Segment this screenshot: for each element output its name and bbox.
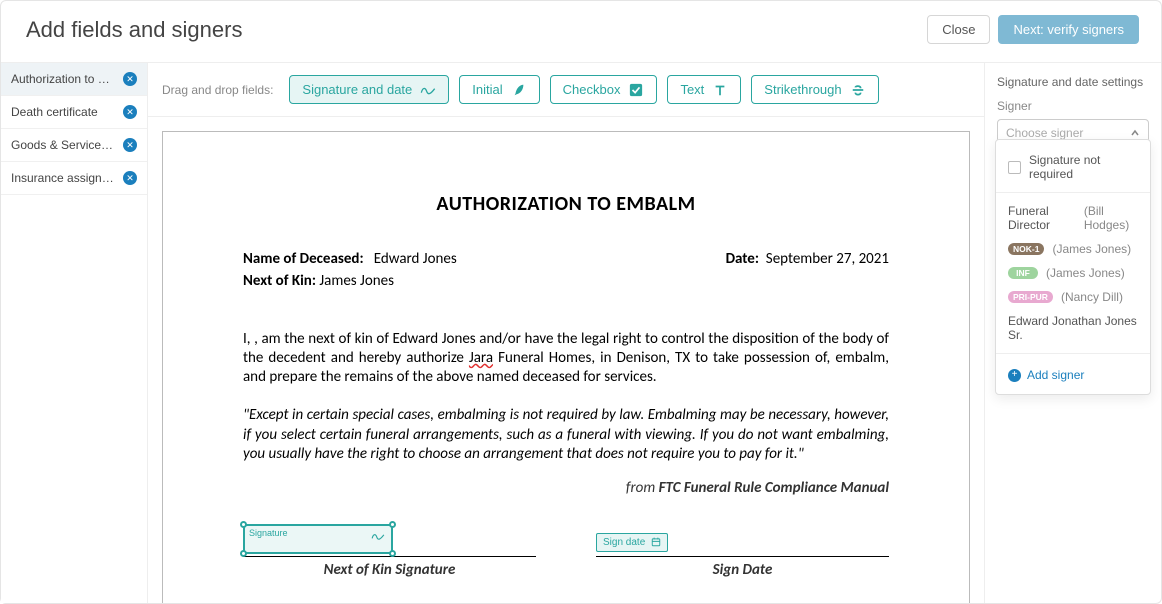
nok-value: James Jones xyxy=(319,272,394,290)
next-verify-signers-button[interactable]: Next: verify signers xyxy=(998,15,1139,44)
signer-label: Signer xyxy=(997,99,1149,113)
option-paren: (Nancy Dill) xyxy=(1061,290,1123,304)
signer-dropdown: Signature not required Funeral Director … xyxy=(995,139,1151,395)
resize-handle[interactable] xyxy=(389,550,396,557)
sidebar-item-death-certificate[interactable]: Death certificate ✕ xyxy=(1,96,147,129)
doc-quote: "Except in certain special cases, embalm… xyxy=(243,406,889,465)
option-paren: (Bill Hodges) xyxy=(1084,204,1138,232)
field-chip-initial[interactable]: Initial xyxy=(459,75,539,104)
date-label: Date: xyxy=(726,250,759,268)
role-tag: PRI-PUR xyxy=(1008,291,1053,303)
signer-option-edward[interactable]: Edward Jonathan Jones Sr. xyxy=(996,309,1150,347)
field-chip-signature-date[interactable]: Signature and date xyxy=(289,75,449,104)
strikethrough-icon xyxy=(850,83,866,97)
remove-doc-icon[interactable]: ✕ xyxy=(123,171,137,185)
nok-label: Next of Kin: xyxy=(243,272,316,290)
signer-option-inf[interactable]: INF (James Jones) xyxy=(996,261,1150,285)
date-field-label: Sign date xyxy=(603,537,645,548)
signer-option-nok1[interactable]: NOK-1 (James Jones) xyxy=(996,237,1150,261)
sidebar-item-label: Insurance assignment... xyxy=(11,171,117,185)
doc-paragraph: I, , am the next of kin of Edward Jones … xyxy=(243,330,889,386)
plus-icon: + xyxy=(1008,369,1021,382)
calendar-icon xyxy=(651,537,661,547)
remove-doc-icon[interactable]: ✕ xyxy=(123,105,137,119)
signature-field[interactable]: Signature xyxy=(243,524,393,554)
name-label: Name of Deceased: xyxy=(243,250,364,268)
resize-handle[interactable] xyxy=(240,550,247,557)
chip-label: Checkbox xyxy=(563,82,621,97)
toolbar-hint: Drag and drop fields: xyxy=(162,83,273,97)
sidebar-item-insurance[interactable]: Insurance assignment... ✕ xyxy=(1,162,147,195)
sign-date-field[interactable]: Sign date xyxy=(596,533,668,552)
option-label: Funeral Director xyxy=(1008,204,1076,232)
feather-icon xyxy=(511,83,527,97)
signer-option-funeral-director[interactable]: Funeral Director (Bill Hodges) xyxy=(996,199,1150,237)
option-label: Edward Jonathan Jones Sr. xyxy=(1008,314,1138,342)
divider xyxy=(996,353,1150,354)
signature-field-label: Signature xyxy=(249,528,288,538)
sidebar-item-goods-services[interactable]: Goods & Services cont... ✕ xyxy=(1,129,147,162)
signer-option-not-required[interactable]: Signature not required xyxy=(996,148,1150,186)
text-icon xyxy=(712,83,728,97)
spell-underline: Jara xyxy=(469,349,493,367)
signature-icon xyxy=(420,83,436,97)
select-placeholder: Choose signer xyxy=(1006,126,1083,140)
doc-title: AUTHORIZATION TO EMBALM xyxy=(243,192,889,216)
field-chip-strikethrough[interactable]: Strikethrough xyxy=(751,75,878,104)
chip-label: Strikethrough xyxy=(764,82,841,97)
date-value: September 27, 2021 xyxy=(766,250,889,268)
doc-attribution: from FTC Funeral Rule Compliance Manual xyxy=(243,479,889,497)
add-signer-label: Add signer xyxy=(1027,368,1084,382)
resize-handle[interactable] xyxy=(389,521,396,528)
signature-line-left: Signature xyxy=(243,519,536,557)
field-chip-checkbox[interactable]: Checkbox xyxy=(550,75,658,104)
settings-panel: Signature and date settings Signer Choos… xyxy=(984,63,1161,603)
role-tag: NOK-1 xyxy=(1008,243,1044,255)
signature-icon xyxy=(371,530,385,542)
sidebar-item-authorization[interactable]: Authorization to Emb... ✕ xyxy=(1,63,147,96)
role-tag: INF xyxy=(1008,267,1038,279)
divider xyxy=(996,192,1150,193)
signer-option-pripur[interactable]: PRI-PUR (Nancy Dill) xyxy=(996,285,1150,309)
remove-doc-icon[interactable]: ✕ xyxy=(123,138,137,152)
option-paren: (James Jones) xyxy=(1052,242,1131,256)
document-page[interactable]: AUTHORIZATION TO EMBALM Name of Deceased… xyxy=(162,131,970,603)
field-chip-text[interactable]: Text xyxy=(667,75,741,104)
add-signer-button[interactable]: + Add signer xyxy=(996,360,1150,384)
signature-caption-left: Next of Kin Signature xyxy=(243,561,536,579)
signature-caption-right: Sign Date xyxy=(596,561,889,579)
chip-label: Signature and date xyxy=(302,82,412,97)
document-sidebar: Authorization to Emb... ✕ Death certific… xyxy=(1,63,148,603)
sidebar-item-label: Authorization to Emb... xyxy=(11,72,117,86)
sidebar-item-label: Goods & Services cont... xyxy=(11,138,117,152)
chevron-up-icon xyxy=(1130,128,1140,138)
checkbox-icon[interactable] xyxy=(1008,161,1021,174)
page-title: Add fields and signers xyxy=(26,17,242,43)
chip-label: Text xyxy=(680,82,704,97)
sidebar-item-label: Death certificate xyxy=(11,105,117,119)
signature-line-right: Sign date xyxy=(596,519,889,557)
chip-label: Initial xyxy=(472,82,502,97)
option-label: Signature not required xyxy=(1029,153,1138,181)
close-button[interactable]: Close xyxy=(927,15,990,44)
name-value: Edward Jones xyxy=(374,250,457,268)
option-paren: (James Jones) xyxy=(1046,266,1125,280)
panel-title: Signature and date settings xyxy=(997,75,1149,89)
resize-handle[interactable] xyxy=(240,521,247,528)
checkbox-icon xyxy=(628,83,644,97)
remove-doc-icon[interactable]: ✕ xyxy=(123,72,137,86)
field-toolbar: Drag and drop fields: Signature and date… xyxy=(148,63,984,117)
